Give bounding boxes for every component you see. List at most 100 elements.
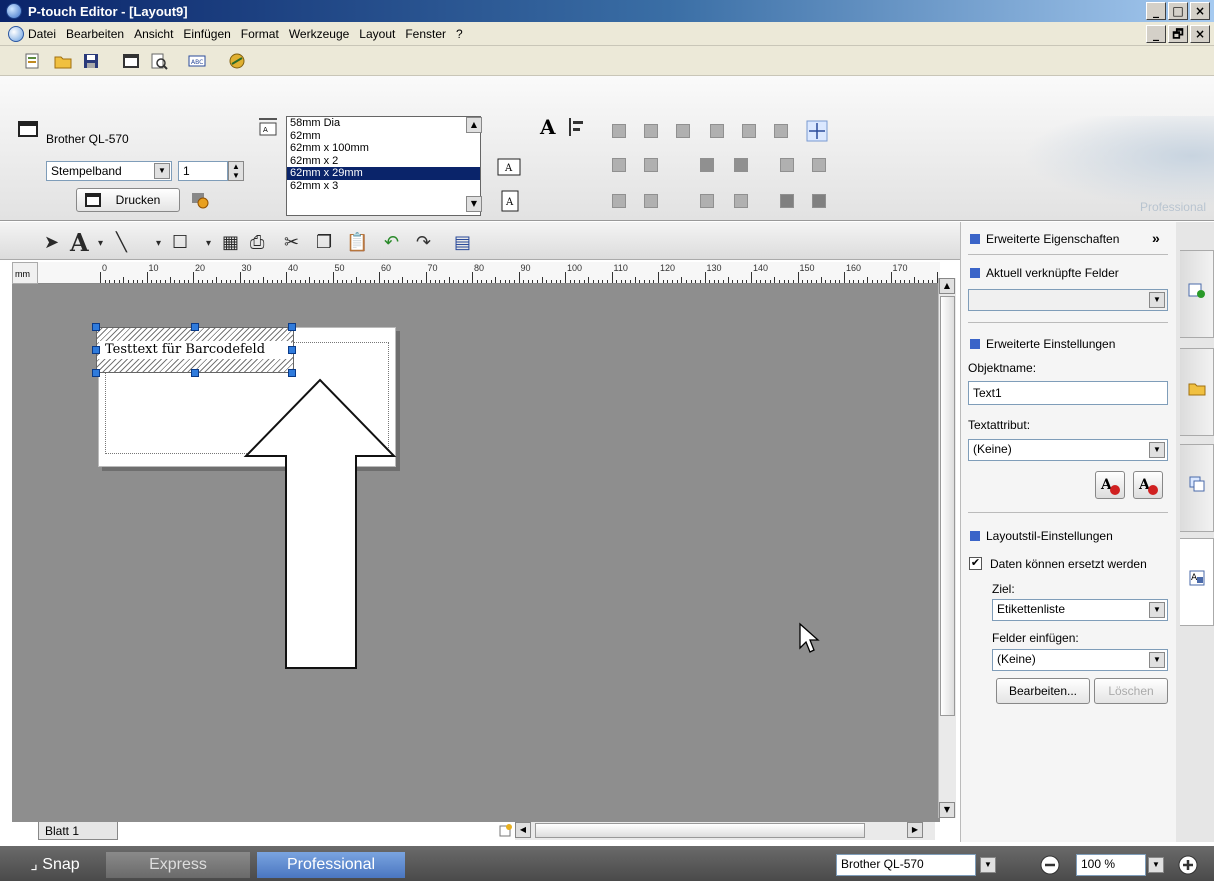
media-option-58mm-dia[interactable]: 58mm Dia <box>287 117 480 130</box>
zoom-out-icon[interactable] <box>1040 855 1060 875</box>
print-icon[interactable] <box>122 52 140 70</box>
print-button[interactable]: Drucken <box>76 188 180 212</box>
abc-text-icon[interactable]: ABC <box>188 52 206 70</box>
resize-handle-tr[interactable] <box>288 323 296 331</box>
same-height-icon[interactable] <box>734 158 748 172</box>
line-tool-icon[interactable]: ╲ <box>116 232 127 253</box>
mdi-restore-button[interactable]: 🗗 <box>1168 25 1188 43</box>
text-attribute-select[interactable]: (Keine) <box>968 439 1168 461</box>
bring-front-icon[interactable] <box>612 194 626 208</box>
align-center-icon[interactable] <box>644 124 658 138</box>
portrait-orientation-icon[interactable]: A <box>501 190 519 212</box>
linked-fields-dropdown-arrow[interactable]: ▼ <box>1149 292 1165 308</box>
minimize-button[interactable]: _ <box>1146 2 1166 20</box>
text-object[interactable]: Testtext für Barcodefeld <box>96 327 294 373</box>
target-dropdown-arrow[interactable]: ▼ <box>1149 602 1165 618</box>
ungroup-icon[interactable] <box>734 194 748 208</box>
menu-help[interactable]: ? <box>456 27 463 41</box>
scroll-left-arrow[interactable]: ◀ <box>515 822 531 838</box>
media-option-62x2[interactable]: 62mm x 2 <box>287 155 480 168</box>
new-sheet-icon[interactable] <box>498 824 512 838</box>
new-layout-icon[interactable] <box>24 52 42 70</box>
zoom-dropdown-arrow[interactable]: ▼ <box>1148 857 1164 873</box>
send-back-icon[interactable] <box>644 194 658 208</box>
media-list[interactable]: 58mm Dia 62mm 62mm x 100mm 62mm x 2 62mm… <box>286 116 481 216</box>
maximize-button[interactable]: □ <box>1168 2 1188 20</box>
resize-handle-r[interactable] <box>288 346 296 354</box>
distribute-h-icon[interactable] <box>612 158 626 172</box>
flip-icon[interactable] <box>812 194 826 208</box>
copies-spinner[interactable]: ▲ ▼ <box>228 161 244 181</box>
delete-button[interactable]: Löschen <box>1094 678 1168 704</box>
edit-attribute-button[interactable]: A <box>1095 471 1125 499</box>
remove-attribute-button[interactable]: A <box>1133 471 1163 499</box>
database-wizard-icon[interactable] <box>228 52 246 70</box>
text-tool-dropdown-icon[interactable]: ▾ <box>98 238 103 249</box>
mdi-minimize-button[interactable]: _ <box>1146 25 1166 43</box>
linked-fields-select[interactable] <box>968 289 1168 311</box>
side-tab-fields[interactable] <box>1180 250 1214 338</box>
align-middle-icon[interactable] <box>742 124 756 138</box>
data-replace-checkbox[interactable]: ✔ <box>969 557 982 570</box>
status-printer-select[interactable]: Brother QL-570 <box>836 854 976 876</box>
resize-handle-tl[interactable] <box>92 323 100 331</box>
rotate-icon[interactable] <box>780 194 794 208</box>
printer-settings-icon[interactable] <box>190 191 210 209</box>
zoom-in-icon[interactable] <box>1178 855 1198 875</box>
horizontal-scroll-thumb[interactable] <box>535 823 865 838</box>
side-tab-properties[interactable]: A <box>1180 538 1214 626</box>
copies-input[interactable]: 1 <box>178 161 228 181</box>
redo-icon[interactable]: ↷ <box>416 232 431 253</box>
scroll-up-arrow[interactable]: ▲ <box>939 278 955 294</box>
save-icon[interactable] <box>82 52 100 70</box>
tape-dropdown-arrow[interactable]: ▼ <box>154 163 170 179</box>
table-tool-icon[interactable]: ▦ <box>222 232 239 253</box>
undo-icon[interactable]: ↶ <box>384 232 399 253</box>
select-arrow-icon[interactable]: ➤ <box>44 232 59 253</box>
mdi-close-button[interactable]: × <box>1190 25 1210 43</box>
snap-toggle[interactable]: ⌟ Snap <box>10 852 100 878</box>
horizontal-scrollbar[interactable]: ◀ ▶ <box>515 822 935 840</box>
line-tool-dropdown-icon[interactable]: ▾ <box>156 238 161 249</box>
close-button[interactable]: × <box>1190 2 1210 20</box>
edit-button[interactable]: Bearbeiten... <box>996 678 1090 704</box>
resize-handle-t[interactable] <box>191 323 199 331</box>
media-scroll-up[interactable]: ▲ <box>466 117 482 133</box>
group-icon[interactable] <box>700 194 714 208</box>
insert-fields-dropdown-arrow[interactable]: ▼ <box>1149 652 1165 668</box>
text-align-icon[interactable] <box>568 116 586 138</box>
side-tab-layers[interactable] <box>1180 444 1214 532</box>
resize-handle-b[interactable] <box>191 369 199 377</box>
status-printer-dropdown-arrow[interactable]: ▼ <box>980 857 996 873</box>
cut-icon[interactable]: ✂ <box>284 232 299 253</box>
align-bottom-icon[interactable] <box>774 124 788 138</box>
media-option-62x100[interactable]: 62mm x 100mm <box>287 142 480 155</box>
scroll-right-arrow[interactable]: ▶ <box>907 822 923 838</box>
align-left-icon[interactable] <box>612 124 626 138</box>
font-icon[interactable]: A <box>538 116 562 138</box>
vertical-scrollbar[interactable]: ▲ ▼ <box>938 278 956 818</box>
media-scroll-down[interactable]: ▼ <box>466 196 482 212</box>
resize-handle-bl[interactable] <box>92 369 100 377</box>
space-v-icon[interactable] <box>812 158 826 172</box>
properties-icon[interactable]: ▤ <box>454 232 471 253</box>
expand-panel-button[interactable]: » <box>1152 230 1160 246</box>
sheet-tab[interactable]: Blatt 1 <box>38 822 118 840</box>
professional-mode-tab[interactable]: Professional <box>257 852 405 878</box>
menu-ansicht[interactable]: Ansicht <box>134 27 173 41</box>
distribute-v-icon[interactable] <box>644 158 658 172</box>
barcode-tool-icon[interactable]: ⎙ <box>250 232 264 253</box>
open-folder-icon[interactable] <box>54 52 72 70</box>
menu-layout[interactable]: Layout <box>359 27 395 41</box>
copy-icon[interactable]: ❐ <box>316 232 332 253</box>
rectangle-tool-dropdown-icon[interactable]: ▾ <box>206 238 211 249</box>
paste-icon[interactable]: 📋 <box>346 232 368 253</box>
text-object-content[interactable]: Testtext für Barcodefeld <box>99 341 291 359</box>
text-tool-icon[interactable]: A <box>70 228 89 257</box>
media-option-62x3[interactable]: 62mm x 3 <box>287 180 480 193</box>
express-mode-tab[interactable]: Express <box>106 852 250 878</box>
landscape-orientation-icon[interactable]: A <box>497 158 521 176</box>
menu-fenster[interactable]: Fenster <box>405 27 446 41</box>
text-attribute-dropdown-arrow[interactable]: ▼ <box>1149 442 1165 458</box>
align-right-icon[interactable] <box>676 124 690 138</box>
